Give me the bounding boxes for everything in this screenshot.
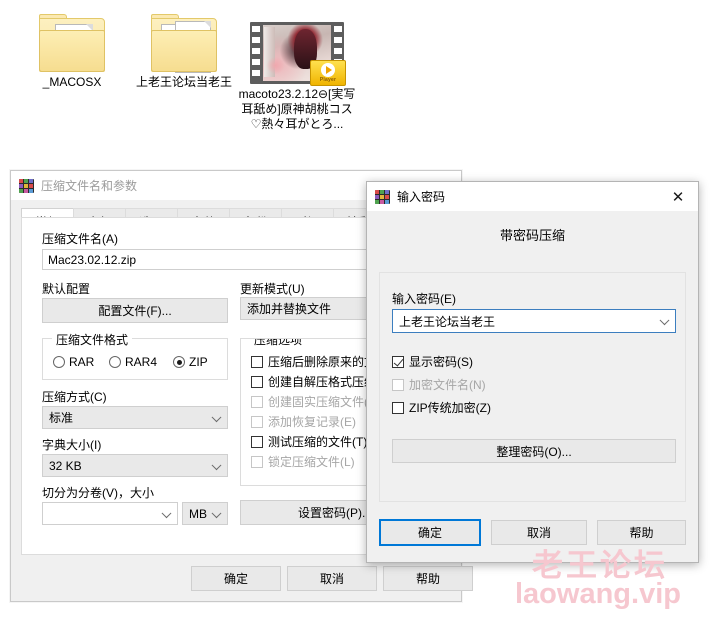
file-item-macoto-video[interactable]: Player macoto23.2.12⊖[実写耳舐め]原神胡桃コス♡熱々耳がと… bbox=[238, 22, 356, 132]
option-label: 测试压缩的文件(T) bbox=[268, 435, 368, 449]
enter-password-dialog: 输入密码 ✕ 带密码压缩 输入密码(E) 上老王论坛当老王 显示密码(S) 加密… bbox=[366, 181, 699, 563]
main-cancel-button[interactable]: 取消 bbox=[287, 566, 377, 591]
checkbox-icon bbox=[251, 435, 263, 448]
checkbox-icon bbox=[392, 355, 404, 368]
radio-icon bbox=[53, 356, 65, 368]
option-label: 创建固实压缩文件(S) bbox=[268, 395, 380, 409]
password-dialog-heading: 带密码压缩 bbox=[499, 228, 565, 243]
organize-passwords-button[interactable]: 整理密码(O)... bbox=[392, 439, 676, 463]
checkbox-icon bbox=[392, 378, 404, 391]
dictionary-size-combobox[interactable]: 32 KB bbox=[42, 454, 228, 477]
split-volumes-label: 切分为分卷(V)，大小 bbox=[42, 486, 154, 500]
profile-button[interactable]: 配置文件(F)... bbox=[42, 298, 228, 323]
format-label: RAR bbox=[69, 355, 95, 369]
compression-options-group-title: 压缩选项 bbox=[250, 339, 307, 348]
password-label: 输入密码(E) bbox=[392, 292, 456, 306]
password-dialog-title: 输入密码 bbox=[397, 190, 446, 204]
chevron-down-icon bbox=[161, 507, 172, 518]
password-value: 上老王论坛当老王 bbox=[399, 314, 496, 329]
split-volumes-combobox[interactable] bbox=[42, 502, 178, 525]
close-icon[interactable]: ✕ bbox=[658, 182, 698, 211]
main-help-button[interactable]: 帮助 bbox=[383, 566, 473, 591]
file-label: macoto23.2.12⊖[実写耳舐め]原神胡桃コス♡熱々耳がとろ... bbox=[238, 87, 356, 131]
screenshot-root: _MACOSX 上老王论坛当老王 Player macoto23.2.12⊖[実… bbox=[0, 0, 714, 618]
checkbox-icon bbox=[251, 415, 263, 428]
update-mode-value: 添加并替换文件 bbox=[247, 302, 332, 316]
update-mode-label: 更新模式(U) bbox=[240, 282, 305, 296]
main-ok-button[interactable]: 确定 bbox=[191, 566, 281, 591]
winrar-icon bbox=[19, 178, 34, 193]
dictionary-size-value: 32 KB bbox=[49, 458, 82, 473]
option-label: 添加恢复记录(E) bbox=[268, 415, 356, 429]
file-item-laowang-folder[interactable]: 上老王论坛当老王 bbox=[128, 14, 240, 90]
checkbox-icon bbox=[251, 375, 263, 388]
radio-icon bbox=[109, 356, 121, 368]
compression-method-label: 压缩方式(C) bbox=[42, 390, 107, 404]
archive-format-group: 压缩文件格式 RAR RAR4 ZIP bbox=[42, 331, 228, 380]
checkbox-icon bbox=[251, 355, 263, 368]
password-dialog-titlebar[interactable]: 输入密码 ✕ bbox=[367, 182, 698, 211]
checkbox-label: ZIP传统加密(Z) bbox=[409, 401, 491, 415]
file-explorer-items: _MACOSX 上老王论坛当老王 Player macoto23.2.12⊖[実… bbox=[0, 0, 714, 170]
password-checkbox-list: 显示密码(S) 加密文件名(N) ZIP传统加密(Z) bbox=[392, 353, 491, 419]
archive-name-label: 压缩文件名(A) bbox=[42, 232, 118, 246]
video-thumbnail-icon: Player bbox=[250, 22, 346, 86]
winrar-icon bbox=[375, 189, 390, 204]
checkbox-icon bbox=[251, 395, 263, 408]
format-radio-rar4[interactable]: RAR4 bbox=[109, 355, 157, 369]
compression-method-combobox[interactable]: 标准 bbox=[42, 406, 228, 429]
file-item-macosx[interactable]: _MACOSX bbox=[16, 14, 128, 90]
main-dialog-title: 压缩文件名和参数 bbox=[41, 179, 138, 193]
checkbox-encrypt-file-names: 加密文件名(N) bbox=[392, 376, 491, 393]
password-settings-group: 输入密码(E) 上老王论坛当老王 显示密码(S) 加密文件名(N) ZIP传统加… bbox=[379, 272, 686, 502]
player-badge-label: Player bbox=[319, 77, 337, 83]
folder-icon bbox=[39, 14, 105, 72]
file-label: _MACOSX bbox=[42, 75, 102, 89]
checkbox-zip-legacy-encryption[interactable]: ZIP传统加密(Z) bbox=[392, 399, 491, 416]
checkbox-icon bbox=[392, 401, 404, 414]
password-help-button[interactable]: 帮助 bbox=[597, 520, 686, 545]
split-unit-combobox[interactable]: MB bbox=[182, 502, 228, 525]
chevron-down-icon bbox=[659, 315, 670, 326]
default-profile-label: 默认配置 bbox=[42, 282, 91, 296]
compression-method-value: 标准 bbox=[49, 411, 74, 425]
format-radio-rar[interactable]: RAR bbox=[53, 355, 94, 369]
folder-icon bbox=[151, 14, 217, 73]
format-label: RAR4 bbox=[125, 355, 158, 369]
radio-icon bbox=[173, 356, 185, 368]
chevron-down-icon bbox=[211, 507, 222, 518]
password-cancel-button[interactable]: 取消 bbox=[491, 520, 587, 545]
format-radio-zip[interactable]: ZIP bbox=[173, 355, 208, 369]
archive-format-group-title: 压缩文件格式 bbox=[52, 331, 133, 348]
format-label: ZIP bbox=[189, 355, 208, 369]
option-label: 锁定压缩文件(L) bbox=[268, 455, 355, 469]
checkbox-label: 加密文件名(N) bbox=[409, 378, 486, 392]
dictionary-size-label: 字典大小(I) bbox=[42, 438, 102, 452]
checkbox-show-password[interactable]: 显示密码(S) bbox=[392, 353, 491, 370]
password-ok-button[interactable]: 确定 bbox=[379, 519, 481, 546]
checkbox-icon bbox=[251, 455, 263, 468]
player-badge-icon: Player bbox=[310, 60, 346, 86]
file-label: 上老王论坛当老王 bbox=[135, 75, 232, 89]
chevron-down-icon bbox=[211, 411, 222, 422]
watermark-line-2: laowang.vip bbox=[515, 578, 681, 610]
chevron-down-icon bbox=[211, 459, 222, 470]
split-unit-value: MB bbox=[189, 506, 207, 521]
checkbox-label: 显示密码(S) bbox=[409, 355, 473, 369]
password-input[interactable]: 上老王论坛当老王 bbox=[392, 309, 676, 333]
